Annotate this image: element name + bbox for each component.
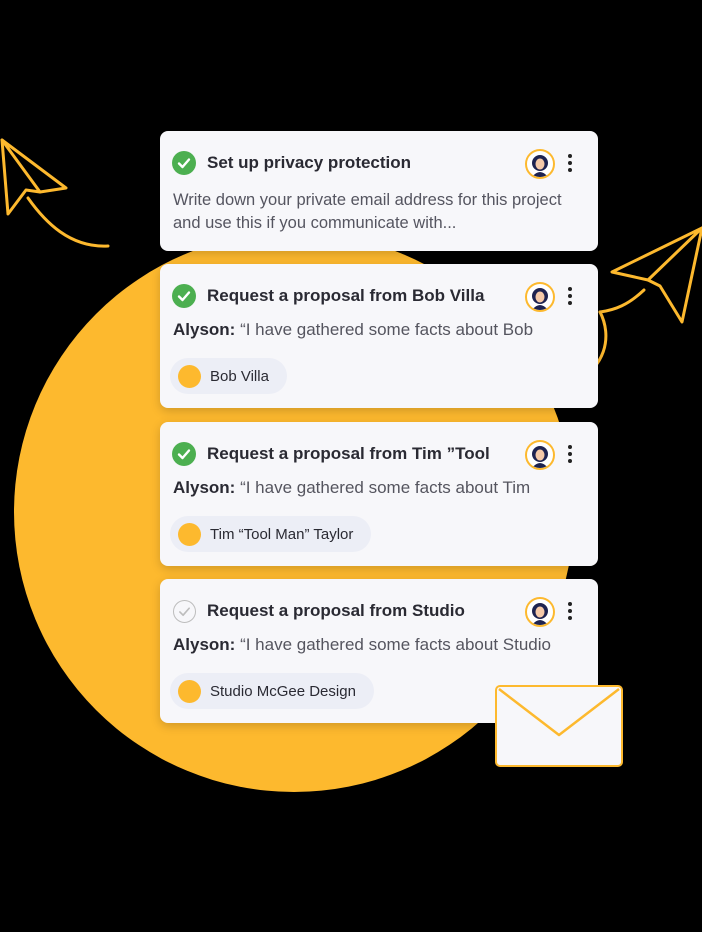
comment-text: “I have gathered some facts about Tim bbox=[235, 478, 531, 497]
avatar-icon[interactable] bbox=[525, 597, 555, 627]
chip-label: Bob Villa bbox=[210, 367, 269, 385]
more-vertical-icon[interactable] bbox=[562, 149, 578, 177]
check-icon[interactable] bbox=[172, 442, 196, 466]
assignee-chip[interactable]: Bob Villa bbox=[170, 358, 287, 394]
avatar-icon[interactable] bbox=[525, 282, 555, 312]
task-comment: Alyson: “I have gathered some facts abou… bbox=[173, 635, 551, 655]
chip-dot-icon bbox=[178, 679, 201, 703]
chip-label: Tim “Tool Man” Taylor bbox=[210, 525, 354, 543]
assignee-chip[interactable]: Tim “Tool Man” Taylor bbox=[170, 516, 372, 552]
comment-text: “I have gathered some facts about Bob bbox=[235, 320, 534, 339]
chip-label: Studio McGee Design bbox=[210, 682, 356, 700]
task-title[interactable]: Request a proposal from Bob Villa bbox=[207, 286, 484, 306]
task-title[interactable]: Set up privacy protection bbox=[207, 153, 411, 173]
task-description: Write down your private email address fo… bbox=[173, 191, 562, 232]
comment-author: Alyson: bbox=[173, 478, 236, 497]
check-icon[interactable] bbox=[173, 600, 196, 623]
check-icon[interactable] bbox=[172, 151, 196, 175]
more-vertical-icon[interactable] bbox=[562, 597, 578, 625]
task-title[interactable]: Request a proposal from Studio bbox=[207, 601, 465, 621]
more-vertical-icon[interactable] bbox=[562, 440, 578, 468]
envelope-icon bbox=[495, 685, 623, 767]
task-comment: Alyson: “I have gathered some facts abou… bbox=[173, 320, 533, 340]
task-comment: Alyson: “I have gathered some facts abou… bbox=[173, 478, 530, 498]
more-vertical-icon[interactable] bbox=[562, 282, 578, 310]
task-title[interactable]: Request a proposal from Tim ”Tool bbox=[207, 444, 490, 464]
task-card[interactable]: Request a proposal from Tim ”Tool Alyson… bbox=[160, 422, 598, 566]
task-card[interactable]: Request a proposal from Bob Villa Alyson… bbox=[160, 264, 598, 408]
task-card[interactable]: Set up privacy protection Write down you… bbox=[160, 131, 598, 251]
comment-author: Alyson: bbox=[173, 320, 236, 339]
avatar-icon[interactable] bbox=[525, 440, 555, 470]
paper-plane-icon bbox=[0, 138, 110, 248]
chip-dot-icon bbox=[178, 364, 201, 388]
assignee-chip[interactable]: Studio McGee Design bbox=[170, 673, 374, 709]
comment-text: “I have gathered some facts about Studio bbox=[235, 635, 551, 654]
check-icon[interactable] bbox=[172, 284, 196, 308]
chip-dot-icon bbox=[178, 522, 201, 546]
comment-author: Alyson: bbox=[173, 635, 236, 654]
avatar-icon[interactable] bbox=[525, 149, 555, 179]
